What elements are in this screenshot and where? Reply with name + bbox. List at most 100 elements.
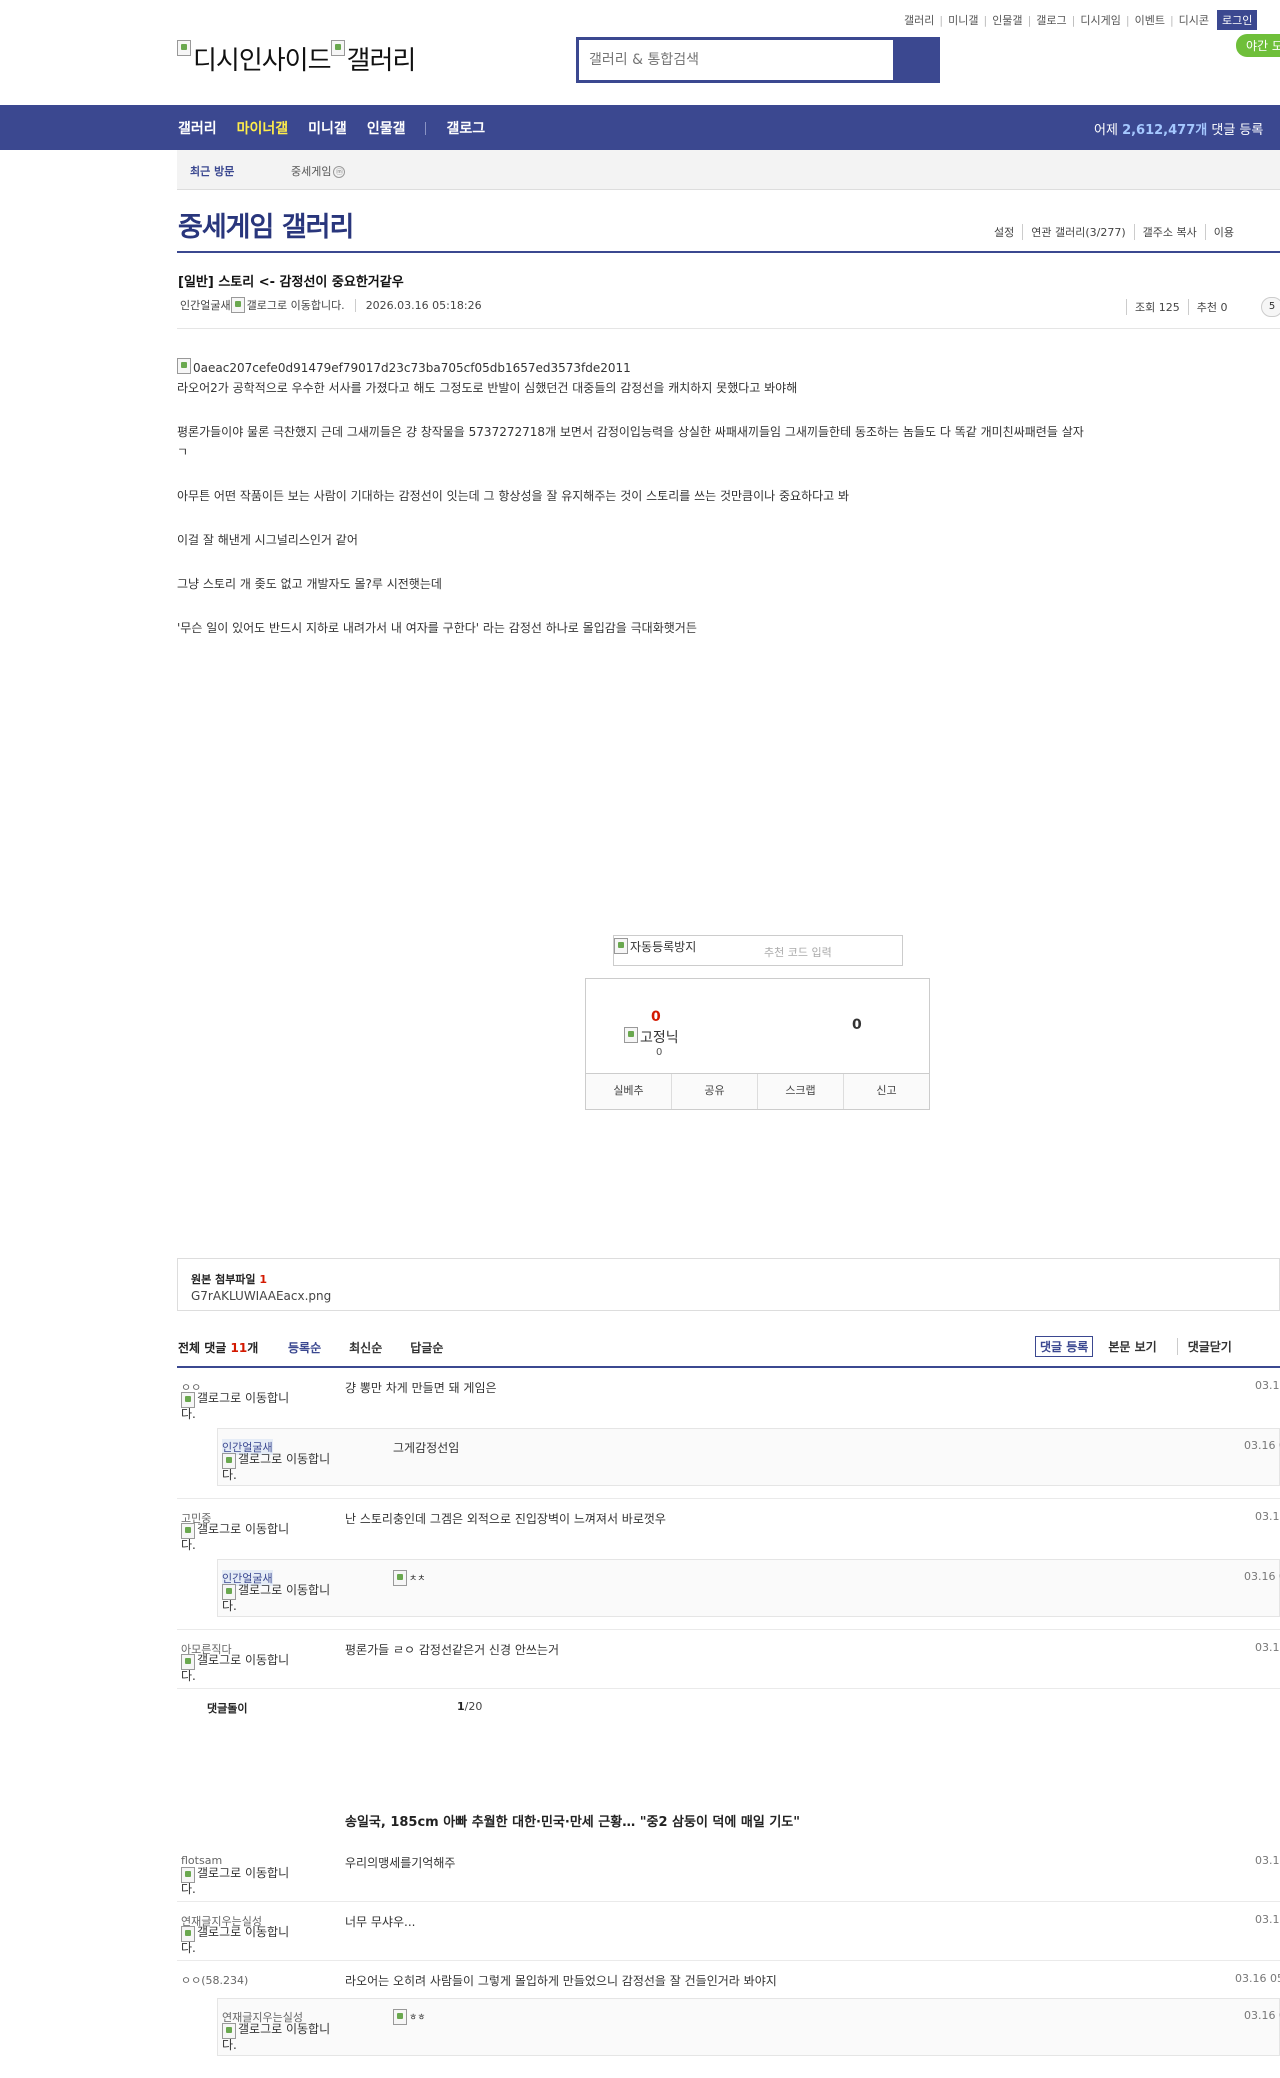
captcha-input[interactable]: 추천 코드 입력 [764, 944, 832, 960]
comment-date: 03.16 [1255, 1913, 1280, 1926]
recent-visits: 최근 방문 중세게임 ⓜ [177, 150, 1280, 190]
util-link-dccon[interactable]: 디시콘 [1179, 12, 1209, 28]
post-paragraph: 이걸 잘 해낸게 시그널리스인거 같어 [177, 533, 358, 547]
page-indicator[interactable]: 1/20 [457, 1700, 482, 1713]
comment-text: 너무 무샤우... [345, 1915, 416, 1929]
share-button[interactable]: 공유 [671, 1074, 757, 1109]
comment-item: ㅇㅇ 갤로그로 이동합니다. 걍 뽕만 차게 만들면 돼 게임은 03.16 [177, 1379, 1280, 1435]
post-meta: 인간얼굴새 갤로그로 이동합니다. 2026.03.16 05:18:26 [180, 297, 482, 313]
broken-image-icon [177, 358, 191, 374]
post-author[interactable]: 인간얼굴새 [180, 297, 231, 313]
fixed-nick-image: 고정닉 [624, 1027, 679, 1047]
main-nav: 갤러리 마이너갤 미니갤 인물갤 갤로그 어제 2,612,477개 댓글 등록 [0, 105, 1280, 150]
reply-gallog[interactable]: 갤로그로 이동합니다. [222, 2023, 342, 2052]
comment-date: 03.16 [1255, 1379, 1280, 1392]
search-bar [576, 37, 940, 83]
downvote-count[interactable]: 0 [852, 1017, 862, 1033]
logo[interactable]: 디시인사이드 갤러리 [177, 40, 416, 77]
reply-dccon-image: ㅊㅊ [393, 1570, 426, 1586]
broken-image-icon [222, 1584, 236, 1600]
usage-link[interactable]: 이용 [1204, 224, 1242, 240]
comment-date: 03.16 [1255, 1854, 1280, 1867]
util-link-gallery[interactable]: 갤러리 [904, 12, 934, 28]
nav-mini-gallery[interactable]: 미니갤 [308, 118, 347, 138]
post-body: 0aeac207cefe0d91479ef79017d23c73ba705cf0… [177, 358, 1087, 662]
attachment-label: 원본 첨부파일 1 [191, 1273, 268, 1286]
post-image: 0aeac207cefe0d91479ef79017d23c73ba705cf0… [177, 358, 1087, 378]
nav-person-gallery[interactable]: 인물갤 [367, 118, 406, 138]
comment-gallog[interactable]: 갤로그로 이동합니다. [181, 1523, 301, 1552]
gallery-settings-link[interactable]: 설정 [994, 224, 1022, 240]
comment-date: 03.16 05 [1235, 1972, 1280, 1985]
register-comment-button[interactable]: 댓글 등록 [1035, 1336, 1094, 1357]
nav-minor-gallery[interactable]: 마이너갤 [237, 118, 289, 138]
comments-total: 전체 댓글 11개 [178, 1341, 259, 1355]
comment-gallog[interactable]: 갤로그로 이동합니다. [181, 1392, 301, 1421]
comment-gallog[interactable]: 갤로그로 이동합니다. [181, 1867, 301, 1896]
best-recommend-button[interactable]: 실베추 [586, 1074, 671, 1109]
broken-image-icon [330, 40, 345, 56]
scrap-button[interactable]: 스크랩 [757, 1074, 843, 1109]
util-link-event[interactable]: 이벤트 [1135, 12, 1165, 28]
post-paragraph: 그냥 스토리 개 좆도 없고 개발자도 몰?루 시전햇는데 [177, 577, 442, 591]
post-title: [일반] 스토리 <- 감정선이 중요한거같우 [178, 275, 404, 290]
upvote-count[interactable]: 0 [651, 1009, 661, 1025]
night-mode-button[interactable]: 야간 모 [1236, 34, 1280, 57]
reply-item: 인간얼굴새 갤로그로 이동합니다. ㅊㅊ 03.16 0 [217, 1559, 1280, 1617]
captcha-box: 자동등록방지 추천 코드 입력 [613, 935, 903, 966]
reply-item: 연재글지우는실성 갤로그로 이동합니다. ㅎㅎ 03.16 0 [217, 1998, 1280, 2056]
post-paragraph: '무슨 일이 있어도 반드시 지하로 내려가서 내 여자를 구한다' 라는 감정… [177, 621, 697, 635]
comment-gallog[interactable]: 갤로그로 이동합니다. [181, 1654, 301, 1683]
gallog-link[interactable]: 갤로그로 이동합니다. [247, 297, 345, 313]
gallery-title[interactable]: 중세게임 갤러리 [178, 205, 354, 244]
captcha-image: 자동등록방지 [614, 938, 696, 955]
nav-gallery[interactable]: 갤러리 [178, 118, 217, 138]
post-paragraph: 라오어2가 공학적으로 우수한 서사를 가졌다고 해도 그정도로 반발이 심했던… [177, 381, 798, 395]
gallery-menu: 설정 연관 갤러리(3/277) 갤주소 복사 이용 [994, 224, 1242, 240]
sort-registered[interactable]: 등록순 [288, 1339, 321, 1356]
attachment-file-link[interactable]: G7rAKLUWIAAEacx.png [191, 1289, 331, 1303]
post-date: 2026.03.16 05:18:26 [354, 298, 482, 312]
comment-actions: 댓글 등록 본문 보기 댓글닫기 [1035, 1336, 1242, 1357]
broken-image-icon [393, 1570, 407, 1586]
comment-count-badge[interactable]: 5 [1261, 297, 1280, 317]
news-headline[interactable]: 송일국, 185cm 아빠 추월한 대한·민국·만세 근황… "중2 삼둥이 덕… [345, 1811, 800, 1830]
reply-date: 03.16 0 [1244, 2009, 1280, 2022]
view-body-link[interactable]: 본문 보기 [1098, 1338, 1166, 1355]
copy-address-link[interactable]: 갤주소 복사 [1133, 224, 1205, 240]
reply-gallog[interactable]: 갤로그로 이동합니다. [222, 1584, 342, 1613]
sort-replies[interactable]: 답글순 [410, 1339, 443, 1356]
comment-gallog[interactable]: 갤로그로 이동합니다. [181, 1926, 301, 1955]
recent-item[interactable]: 중세게임 ⓜ [291, 163, 346, 179]
minor-badge-icon: ⓜ [333, 166, 346, 178]
login-button[interactable]: 로그인 [1217, 10, 1258, 30]
reply-gallog[interactable]: 갤로그로 이동합니다. [222, 1453, 342, 1482]
util-links: 갤러리 | 미니갤 | 인물갤 | 갤로그 | 디시게임 | 이벤트 | 디시콘 로그인 [904, 10, 1258, 30]
reply-date: 03.16 0 [1244, 1439, 1280, 1452]
comment-dol-label[interactable]: 댓글돌이 [207, 1700, 247, 1716]
sort-latest[interactable]: 최신순 [349, 1339, 382, 1356]
reply-item: 인간얼굴새 갤로그로 이동합니다. 그게감정선임 03.16 0 [217, 1428, 1280, 1486]
comment-nick[interactable]: ㅇㅇ(58.234) [181, 1972, 248, 1988]
broken-image-icon [181, 1867, 195, 1883]
nav-gallog[interactable]: 갤로그 [446, 118, 485, 138]
search-input[interactable] [579, 40, 893, 80]
fixed-nick-count: 0 [656, 1047, 663, 1058]
broken-image-icon [393, 2009, 407, 2025]
search-button[interactable] [893, 40, 937, 80]
util-link-dcgame[interactable]: 디시게임 [1080, 12, 1120, 28]
report-button[interactable]: 신고 [843, 1074, 929, 1109]
comment-date: 03.16 [1255, 1641, 1280, 1654]
post-views: 조회 125 [1126, 299, 1188, 315]
top-header: 갤러리 | 미니갤 | 인물갤 | 갤로그 | 디시게임 | 이벤트 | 디시콘 로그인 야… [0, 0, 1280, 105]
comment-text: 평론가들 ㄹㅇ 감정선같은거 신경 안쓰는거 [345, 1643, 559, 1657]
comment-item: 고민중 갤로그로 이동합니다. 난 스토리충인데 그겜은 외적으로 진입장벽이 … [177, 1510, 1280, 1566]
util-link-person[interactable]: 인물갤 [992, 12, 1022, 28]
related-galleries-link[interactable]: 연관 갤러리(3/277) [1022, 224, 1133, 240]
logo-text: 디시인사이드 [193, 46, 332, 76]
broken-image-icon [614, 938, 628, 954]
close-comments-link[interactable]: 댓글닫기 [1176, 1338, 1242, 1355]
util-link-minigal[interactable]: 미니갤 [948, 12, 978, 28]
util-link-gallog[interactable]: 갤로그 [1036, 12, 1066, 28]
reply-dccon-image: ㅎㅎ [393, 2009, 426, 2025]
